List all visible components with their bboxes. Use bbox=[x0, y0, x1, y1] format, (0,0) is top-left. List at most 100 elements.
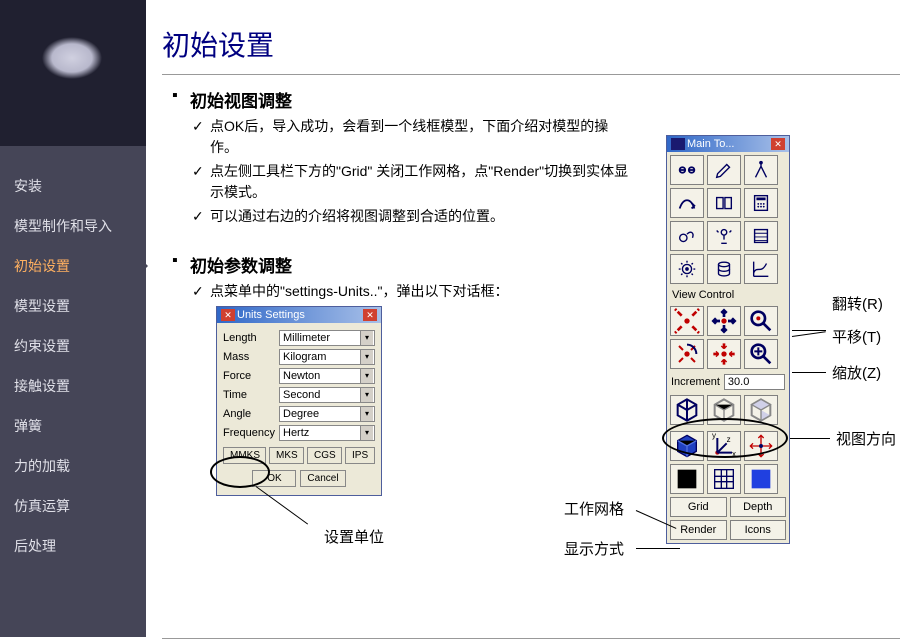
callout-line bbox=[790, 438, 830, 439]
check-icon: ✓ bbox=[192, 206, 210, 227]
callout-display-mode: 显示方式 bbox=[564, 538, 624, 559]
time-label: Time bbox=[223, 389, 279, 401]
section1-bullets: ✓点OK后，导入成功，会看到一个线框模型，下面介绍对模型的操作。 ✓点左侧工具栏… bbox=[192, 116, 900, 227]
angle-combo[interactable]: Degree bbox=[279, 406, 375, 422]
close-icon[interactable]: ✕ bbox=[771, 138, 785, 150]
dialog-titlebar[interactable]: ✕ Units Settings ✕ bbox=[217, 307, 381, 323]
main-toolbox: Main To... ✕ View Control Increment 30.0… bbox=[666, 135, 790, 544]
toolbox-title: Main To... bbox=[687, 138, 735, 150]
nav-model-import[interactable]: 模型制作和导入 bbox=[0, 206, 146, 246]
callout-line bbox=[636, 548, 680, 549]
check-icon: ✓ bbox=[192, 116, 210, 158]
tool-animate-icon[interactable] bbox=[707, 221, 741, 251]
view-front-button[interactable] bbox=[707, 395, 741, 425]
units-annotation-label: 设置单位 bbox=[324, 526, 384, 547]
tool-curve-icon[interactable] bbox=[670, 188, 704, 218]
close-icon[interactable]: ✕ bbox=[363, 309, 377, 321]
tool-motion-icon[interactable] bbox=[670, 221, 704, 251]
logo-image bbox=[0, 0, 146, 146]
nav-simulation[interactable]: 仿真运算 bbox=[0, 486, 146, 526]
nav-postprocess[interactable]: 后处理 bbox=[0, 526, 146, 566]
callout-line bbox=[792, 372, 826, 373]
rotate-button[interactable] bbox=[670, 306, 704, 336]
section1-item3: 可以通过右边的介绍将视图调整到合适的位置。 bbox=[210, 206, 504, 227]
nav-force-load[interactable]: 力的加载 bbox=[0, 446, 146, 486]
bullet-marker: ▪ bbox=[172, 252, 190, 277]
color-swatch-button[interactable] bbox=[670, 464, 704, 494]
tool-gear-icon[interactable] bbox=[670, 254, 704, 284]
nav-spring[interactable]: 弹簧 bbox=[0, 406, 146, 446]
ips-button[interactable]: IPS bbox=[345, 447, 375, 464]
section1-item1: 点OK后，导入成功，会看到一个线框模型，下面介绍对模型的操作。 bbox=[210, 116, 630, 158]
dialog-title: Units Settings bbox=[237, 309, 305, 321]
increment-label: Increment bbox=[671, 376, 720, 388]
check-icon: ✓ bbox=[192, 161, 210, 203]
view-iso-button[interactable] bbox=[670, 395, 704, 425]
translate-button[interactable] bbox=[707, 306, 741, 336]
section1-header: ▪ 初始视图调整 bbox=[172, 87, 900, 112]
rotate-xy-button[interactable] bbox=[670, 339, 704, 369]
cgs-button[interactable]: CGS bbox=[307, 447, 342, 464]
section2-bullets: ✓点菜单中的"settings-Units.."，弹出以下对话框： bbox=[192, 281, 900, 302]
svg-text:z: z bbox=[727, 435, 731, 444]
tool-chart-icon[interactable] bbox=[744, 254, 778, 284]
frequency-combo[interactable]: Hertz bbox=[279, 425, 375, 441]
depth-button[interactable]: Depth bbox=[730, 497, 787, 517]
tool-calculator-icon[interactable] bbox=[744, 188, 778, 218]
cancel-button[interactable]: Cancel bbox=[300, 470, 345, 487]
zoom-select-button[interactable] bbox=[744, 306, 778, 336]
callout-rotate: 翻转(R) bbox=[832, 293, 883, 314]
toolbox-titlebar[interactable]: Main To... ✕ bbox=[667, 136, 789, 152]
nav-initial-settings[interactable]: 初始设置 bbox=[0, 246, 146, 286]
bullet-marker: ▪ bbox=[172, 87, 190, 112]
tool-compass-icon[interactable] bbox=[744, 155, 778, 185]
tool-database-icon[interactable] bbox=[707, 254, 741, 284]
svg-text:x: x bbox=[732, 450, 736, 459]
view-axes-button[interactable]: y xz bbox=[707, 431, 741, 461]
section2-item1: 点菜单中的"settings-Units.."，弹出以下对话框： bbox=[210, 281, 509, 302]
page-title: 初始设置 bbox=[162, 24, 900, 64]
sidebar: 安装 模型制作和导入 初始设置 模型设置 约束设置 接触设置 弹簧 力的加载 仿… bbox=[0, 0, 146, 637]
svg-text:y: y bbox=[712, 431, 716, 440]
check-icon: ✓ bbox=[192, 281, 210, 302]
render-button[interactable]: Render bbox=[670, 520, 727, 540]
tool-link-icon[interactable] bbox=[670, 155, 704, 185]
callout-zoom: 缩放(Z) bbox=[832, 362, 881, 383]
mks-button[interactable]: MKS bbox=[269, 447, 304, 464]
increment-input[interactable]: 30.0 bbox=[724, 374, 785, 390]
view-target-button[interactable] bbox=[744, 431, 778, 461]
callout-translate: 平移(T) bbox=[832, 326, 881, 347]
time-combo[interactable]: Second bbox=[279, 387, 375, 403]
icons-button[interactable]: Icons bbox=[730, 520, 787, 540]
app-icon bbox=[671, 138, 685, 150]
units-settings-dialog: ✕ Units Settings ✕ LengthMillimeter Mass… bbox=[216, 306, 382, 496]
callout-work-grid: 工作网格 bbox=[564, 498, 624, 519]
grid-button[interactable]: Grid bbox=[670, 497, 727, 517]
nav-model-settings[interactable]: 模型设置 bbox=[0, 286, 146, 326]
force-combo[interactable]: Newton bbox=[279, 368, 375, 384]
nav-contact-settings[interactable]: 接触设置 bbox=[0, 366, 146, 406]
tool-book-icon[interactable] bbox=[707, 188, 741, 218]
mmks-button[interactable]: MMKS bbox=[223, 447, 266, 464]
length-combo[interactable]: Millimeter bbox=[279, 330, 375, 346]
section2-title: 初始参数调整 bbox=[190, 252, 292, 277]
view-right-button[interactable] bbox=[744, 395, 778, 425]
tool-pencil-icon[interactable] bbox=[707, 155, 741, 185]
ok-button[interactable]: OK bbox=[252, 470, 296, 487]
view-solid-button[interactable] bbox=[670, 431, 704, 461]
tool-film-icon[interactable] bbox=[744, 221, 778, 251]
grid-swatch-button[interactable] bbox=[707, 464, 741, 494]
force-label: Force bbox=[223, 370, 279, 382]
center-button[interactable] bbox=[707, 339, 741, 369]
nav-constraint-settings[interactable]: 约束设置 bbox=[0, 326, 146, 366]
fill-swatch-button[interactable] bbox=[744, 464, 778, 494]
zoom-button[interactable] bbox=[744, 339, 778, 369]
divider bbox=[162, 74, 900, 75]
angle-label: Angle bbox=[223, 408, 279, 420]
mass-combo[interactable]: Kilogram bbox=[279, 349, 375, 365]
nav-install[interactable]: 安装 bbox=[0, 166, 146, 206]
nav-menu: 安装 模型制作和导入 初始设置 模型设置 约束设置 接触设置 弹簧 力的加载 仿… bbox=[0, 146, 146, 586]
section2-header: ▪ 初始参数调整 bbox=[172, 252, 900, 277]
section1-item2: 点左侧工具栏下方的"Grid" 关闭工作网格，点"Render"切换到实体显示模… bbox=[210, 161, 630, 203]
section1-title: 初始视图调整 bbox=[190, 87, 292, 112]
